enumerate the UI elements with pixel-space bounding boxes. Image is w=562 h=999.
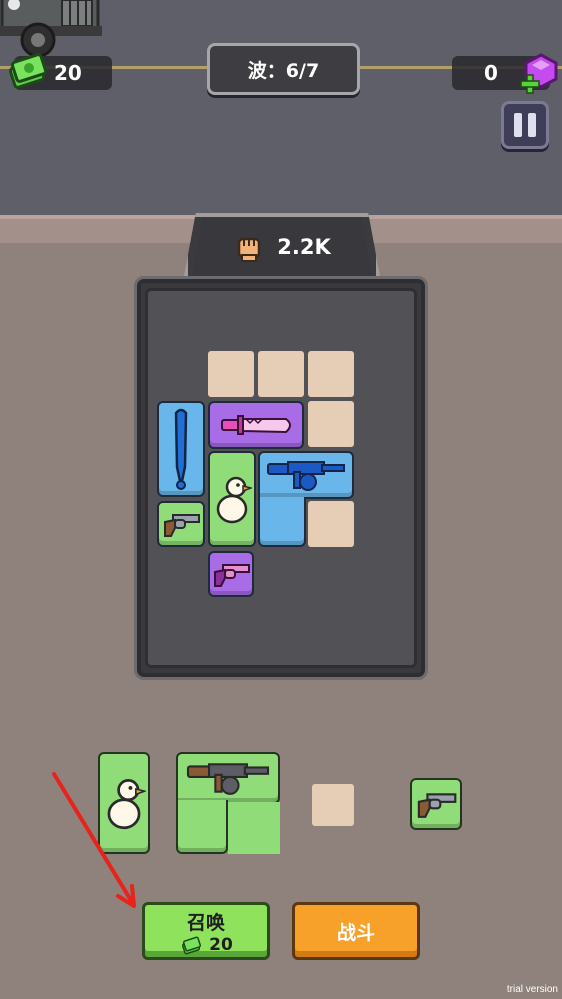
combat-knife-icon	[221, 415, 291, 435]
board-piece-tommy-gun-tail[interactable]	[258, 497, 306, 547]
summon-cost: 20	[179, 935, 233, 955]
board-slot[interactable]	[208, 351, 254, 397]
fight-button[interactable]: 战斗	[292, 902, 420, 960]
tray-empty-slot	[312, 784, 354, 826]
board-piece-revolver[interactable]	[157, 501, 205, 547]
board-piece-tommy-gun[interactable]	[258, 451, 354, 499]
board-piece-duck[interactable]	[208, 451, 256, 547]
board-slot[interactable]	[308, 351, 354, 397]
cash-value: 20	[54, 61, 82, 85]
board-piece-baseball-bat[interactable]	[157, 401, 205, 497]
tray-item-revolver[interactable]	[410, 778, 462, 830]
summon-cost-value: 20	[209, 934, 233, 955]
fight-label: 战斗	[336, 921, 375, 944]
board-slot[interactable]	[308, 501, 354, 547]
gem-value: 0	[484, 61, 498, 85]
board-piece-revolver-rare[interactable]	[208, 551, 254, 597]
cash-counter: 20	[8, 53, 112, 90]
pause-icon	[514, 113, 522, 137]
plus-icon[interactable]	[520, 74, 540, 94]
cash-stack-icon	[182, 936, 202, 954]
revolver-icon	[164, 514, 200, 537]
board-slot[interactable]	[258, 351, 304, 397]
tray-item-tommy-gun-tail[interactable]	[176, 800, 228, 854]
gem-counter[interactable]: 0	[452, 53, 558, 94]
board-piece-combat-knife[interactable]	[208, 401, 304, 449]
summon-button[interactable]: 召唤 20	[142, 902, 270, 960]
revolver-icon	[214, 564, 250, 587]
board-slot[interactable]	[308, 401, 354, 447]
pause-button[interactable]	[501, 101, 549, 149]
baseball-bat-icon	[174, 408, 188, 490]
power-display: 2.2K	[192, 218, 372, 276]
red-arrow-icon	[52, 772, 136, 908]
wave-indicator: 波：6/7	[207, 43, 360, 95]
cash-stack-icon	[8, 53, 48, 89]
tray-item-tommy-gun-fill	[228, 802, 280, 854]
tommy-gun-icon	[267, 461, 345, 491]
tommy-gun-icon	[186, 763, 270, 795]
trial-watermark: trial version	[506, 984, 558, 995]
fist-icon	[238, 237, 261, 262]
power-value: 2.2K	[277, 235, 331, 259]
revolver-icon	[417, 793, 457, 818]
pause-icon-bar	[528, 113, 536, 137]
duck-icon	[216, 476, 252, 524]
summon-label: 召唤	[186, 911, 225, 934]
tray-item-tommy-gun[interactable]	[176, 752, 280, 804]
wave-label: 波：6/7	[247, 59, 320, 82]
